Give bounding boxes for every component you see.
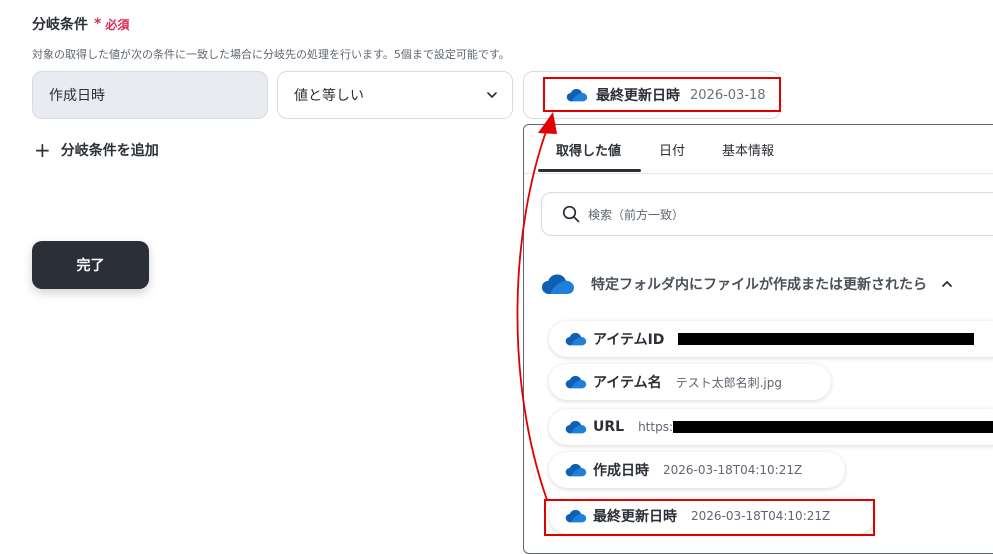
search-placeholder: 検索（前方一致） [588, 207, 685, 222]
search-icon [562, 205, 580, 223]
section-description: 対象の取得した値が次の条件に一致した場合に分岐先の処理を行います。5個まで設定可… [32, 48, 510, 61]
section-title: 分岐条件 * 必須 [32, 14, 129, 34]
redaction-bar [678, 333, 975, 345]
output-item-created-at[interactable]: 作成日時 2026-03-18T04:10:21Z [549, 452, 845, 488]
search-input[interactable]: 検索（前方一致） [541, 192, 993, 236]
output-item-value: 2026-03-18T04:10:21Z [663, 463, 803, 477]
condition-value-input[interactable]: 最終更新日時 2026-03-18 [523, 71, 781, 119]
output-item-value: https: [638, 420, 674, 434]
output-item-value: 2026-03-18T04:10:21Z [691, 509, 831, 523]
output-item-name: URL [593, 419, 625, 435]
tab-date[interactable]: 日付 [659, 125, 685, 173]
tab-basic-info[interactable]: 基本情報 [722, 125, 774, 173]
chevron-down-icon [487, 92, 497, 98]
add-condition-button[interactable]: + 分岐条件を追加 [34, 140, 159, 160]
value-chip-value: 2026-03-18 [690, 87, 766, 103]
output-item-item-id[interactable]: アイテムID [549, 321, 993, 357]
onedrive-cloud-icon [565, 375, 587, 389]
onedrive-cloud-icon [565, 509, 587, 523]
onedrive-cloud-icon [565, 420, 587, 434]
required-star: * [94, 16, 102, 32]
trigger-group-header[interactable]: 特定フォルダ内にファイルが作成または更新されたら [541, 271, 991, 297]
plus-icon: + [34, 138, 51, 162]
redaction-bar [673, 421, 993, 433]
output-item-name: 作成日時 [593, 463, 649, 479]
panel-tabs: 取得した値 日付 基本情報 [524, 125, 993, 174]
output-item-updated-at[interactable]: 最終更新日時 2026-03-18T04:10:21Z [549, 498, 875, 534]
onedrive-cloud-icon [565, 463, 587, 477]
condition-field-value: 作成日時 [49, 88, 105, 104]
section-title-text: 分岐条件 [32, 17, 88, 33]
output-item-name: アイテムID [593, 332, 665, 348]
output-item-name: 最終更新日時 [593, 509, 677, 525]
chevron-up-icon [942, 281, 952, 287]
onedrive-cloud-icon [566, 88, 588, 102]
add-condition-label: 分岐条件を追加 [60, 143, 159, 159]
output-item-name: アイテム名 [593, 375, 662, 391]
trigger-group-title: 特定フォルダ内にファイルが作成または更新されたら [591, 277, 927, 293]
required-label: 必須 [105, 17, 130, 32]
output-item-value: テスト太郎名刺.jpg [675, 375, 782, 390]
output-item-url[interactable]: URL https: [549, 409, 993, 445]
active-tab-indicator [538, 169, 641, 172]
condition-field-input[interactable]: 作成日時 [32, 71, 268, 119]
done-button[interactable]: 完了 [32, 241, 149, 289]
value-chip-name: 最終更新日時 [596, 88, 680, 104]
condition-operator-select[interactable]: 値と等しい [277, 71, 513, 119]
output-item-item-name[interactable]: アイテム名 テスト太郎名刺.jpg [549, 364, 831, 400]
condition-operator-value: 値と等しい [294, 88, 364, 104]
tab-acquired-values[interactable]: 取得した値 [556, 125, 621, 173]
onedrive-cloud-icon [541, 273, 575, 295]
onedrive-cloud-icon [565, 332, 587, 346]
value-picker-panel: 取得した値 日付 基本情報 検索（前方一致） 特定フォルダ内にファイルが作成また… [523, 124, 993, 554]
